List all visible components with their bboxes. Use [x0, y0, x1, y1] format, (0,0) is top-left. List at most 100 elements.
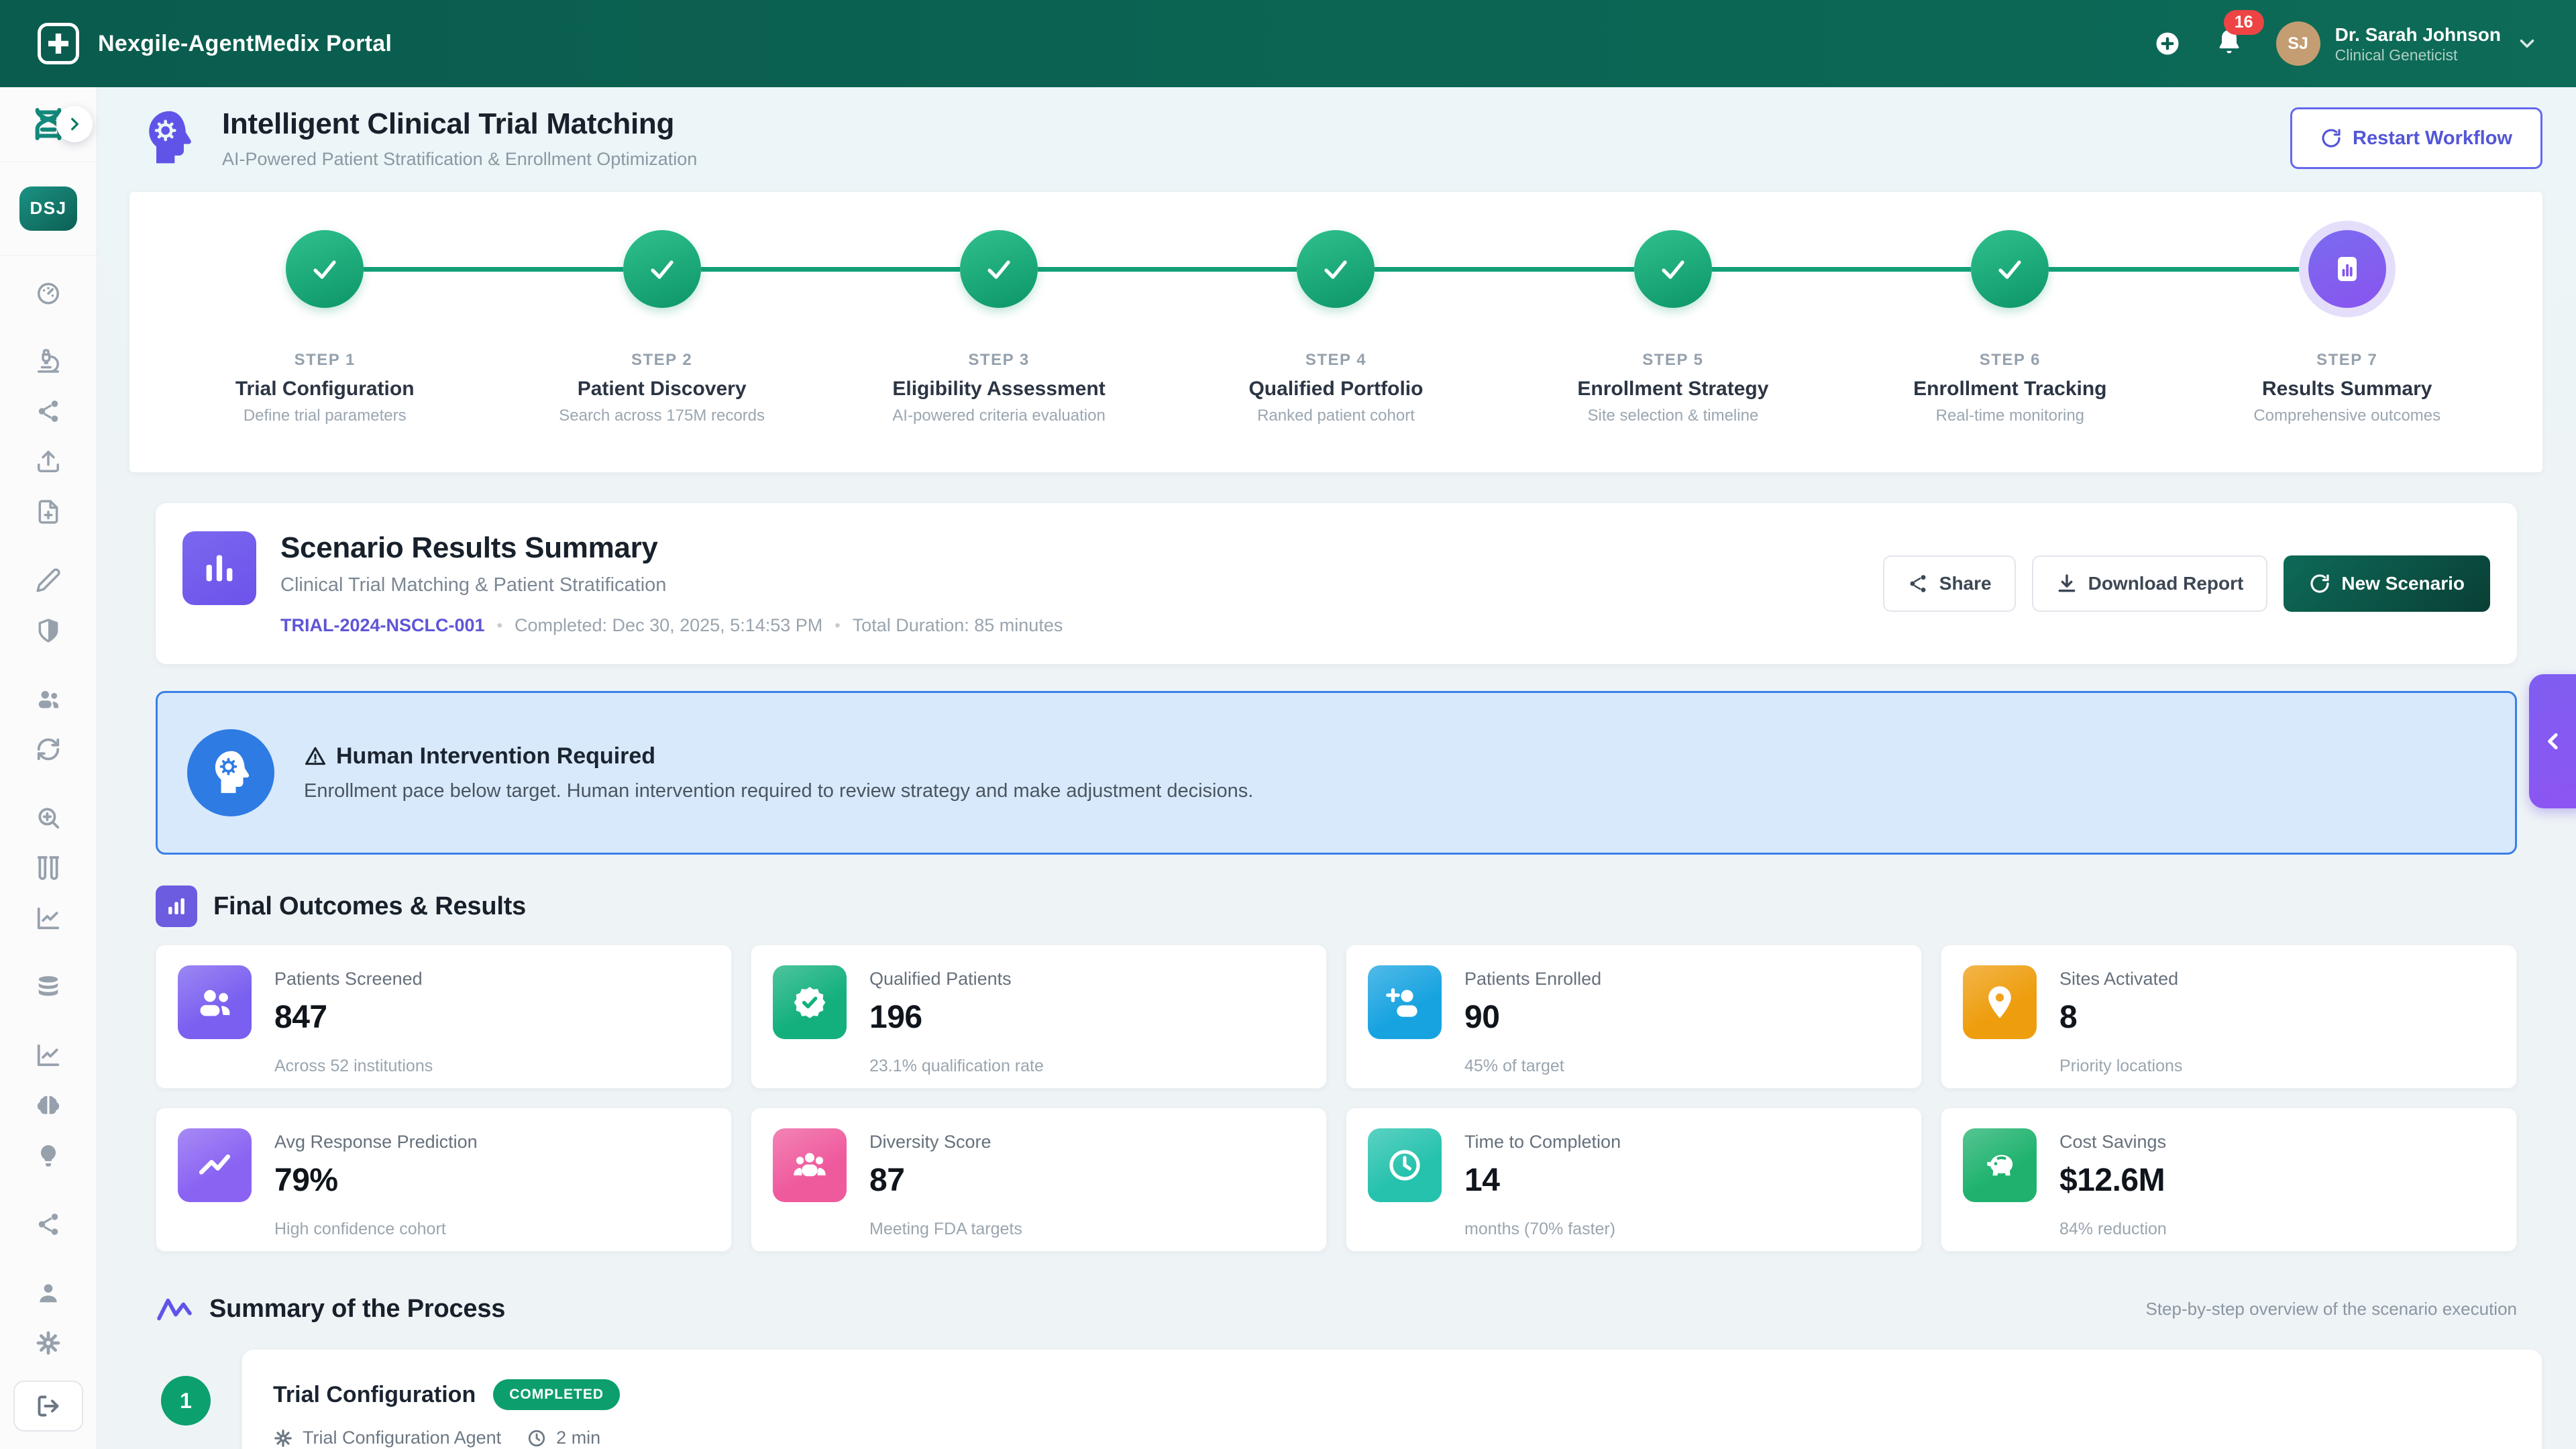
brain-icon[interactable]	[36, 1093, 61, 1118]
database-icon[interactable]	[36, 974, 61, 1000]
bar-chart-icon	[156, 885, 197, 927]
share-network-icon-2[interactable]	[36, 1212, 61, 1237]
alert-title: Human Intervention Required	[336, 743, 655, 769]
share-network-icon[interactable]	[36, 398, 61, 424]
page-subtitle: AI-Powered Patient Stratification & Enro…	[222, 149, 697, 170]
outcomes-section-title: Final Outcomes & Results	[213, 892, 526, 921]
map-pin-icon	[1963, 965, 2037, 1039]
scenario-summary-card: Scenario Results Summary Clinical Trial …	[156, 503, 2517, 664]
workspace-badge[interactable]: DSJ	[19, 186, 77, 231]
avatar: SJ	[2276, 21, 2320, 66]
process-step-number: 1	[161, 1376, 211, 1426]
user-role: Clinical Geneticist	[2335, 46, 2501, 64]
check-icon	[1320, 253, 1352, 285]
metric-card-qualified-patients: Qualified Patients 196 23.1% qualificati…	[751, 945, 1327, 1089]
alert-message: Enrollment pace below target. Human inte…	[304, 780, 1253, 802]
pen-icon[interactable]	[36, 568, 61, 593]
share-button[interactable]: Share	[1883, 555, 2016, 612]
sidebar: DSJ	[0, 87, 97, 1449]
line-chart-icon[interactable]	[36, 906, 61, 931]
share-icon	[1907, 573, 1929, 594]
summary-subtitle: Clinical Trial Matching & Patient Strati…	[280, 574, 1063, 596]
clock-icon	[1368, 1128, 1442, 1202]
workflow-step-5[interactable]: STEP 5 Enrollment Strategy Site selectio…	[1505, 230, 1841, 425]
workflow-step-1[interactable]: STEP 1 Trial Configuration Define trial …	[156, 230, 493, 425]
restart-icon	[2309, 573, 2330, 594]
settings-gear-icon[interactable]	[36, 1330, 61, 1356]
agent-name: Trial Configuration Agent	[303, 1428, 501, 1448]
piggy-bank-icon	[1963, 1128, 2037, 1202]
microscope-icon[interactable]	[36, 348, 61, 374]
user-plus-icon	[1368, 965, 1442, 1039]
users-icon[interactable]	[36, 686, 61, 712]
metric-card-sites-activated: Sites Activated 8 Priority locations	[1941, 945, 2517, 1089]
bar-chart-icon	[2331, 253, 2363, 285]
dot-separator: •	[497, 616, 502, 635]
logout-icon	[36, 1394, 60, 1418]
add-circle-icon[interactable]	[2153, 29, 2182, 58]
medical-cross-logo	[38, 23, 79, 64]
refresh-icon[interactable]	[36, 737, 61, 762]
head-gear-icon	[138, 105, 199, 172]
user-menu[interactable]: SJ Dr. Sarah Johnson Clinical Geneticist	[2276, 21, 2538, 66]
restart-workflow-button[interactable]: Restart Workflow	[2290, 107, 2542, 169]
metric-card-patients-enrolled: Patients Enrolled 90 45% of target	[1346, 945, 1922, 1089]
chevron-left-icon	[2541, 729, 2567, 754]
metric-card-cost-savings: Cost Savings $12.6M 84% reduction	[1941, 1108, 2517, 1252]
notification-badge: 16	[2224, 10, 2264, 35]
download-report-button[interactable]: Download Report	[2032, 555, 2268, 612]
file-plus-icon[interactable]	[36, 499, 61, 525]
chevron-down-icon	[2516, 32, 2538, 55]
lightbulb-icon[interactable]	[36, 1143, 61, 1169]
badge-check-icon	[773, 965, 847, 1039]
restart-icon	[2320, 127, 2342, 149]
process-section-subtitle: Step-by-step overview of the scenario ex…	[2145, 1299, 2517, 1320]
process-step-row: 1 Trial Configuration COMPLETED Trial Co…	[161, 1349, 2542, 1449]
workflow-step-6[interactable]: STEP 6 Enrollment Tracking Real-time mon…	[1841, 230, 2178, 425]
metric-card-patients-screened: Patients Screened 847 Across 52 institut…	[156, 945, 732, 1089]
step-duration: 2 min	[556, 1428, 600, 1448]
workflow-step-4[interactable]: STEP 4 Qualified Portfolio Ranked patien…	[1167, 230, 1504, 425]
warning-triangle-icon	[304, 745, 327, 768]
line-chart-icon-2[interactable]	[36, 1042, 61, 1068]
clock-icon	[527, 1428, 547, 1448]
dashboard-gauge-icon[interactable]	[36, 280, 61, 305]
human-intervention-alert: Human Intervention Required Enrollment p…	[156, 691, 2517, 855]
download-icon	[2056, 573, 2078, 594]
trial-id-link[interactable]: TRIAL-2024-NSCLC-001	[280, 615, 485, 636]
users-icon	[178, 965, 252, 1039]
workflow-step-7[interactable]: STEP 7 Results Summary Comprehensive out…	[2179, 230, 2516, 425]
sidebar-expand-button[interactable]	[56, 106, 93, 142]
search-zoom-icon[interactable]	[36, 805, 61, 830]
user-icon[interactable]	[36, 1280, 61, 1305]
main-content: Intelligent Clinical Trial Matching AI-P…	[97, 87, 2576, 1449]
metric-card-diversity-score: Diversity Score 87 Meeting FDA targets	[751, 1108, 1327, 1252]
top-bar: Nexgile-AgentMedix Portal 16 SJ Dr. Sara…	[0, 0, 2576, 87]
chevron-right-icon	[66, 115, 83, 133]
shield-icon[interactable]	[36, 618, 61, 643]
check-icon	[983, 253, 1015, 285]
check-icon	[1994, 253, 2026, 285]
page-title: Intelligent Clinical Trial Matching	[222, 107, 697, 141]
trending-up-icon	[178, 1128, 252, 1202]
process-step-card[interactable]: Trial Configuration COMPLETED Trial Conf…	[241, 1349, 2542, 1449]
upload-icon[interactable]	[36, 449, 61, 474]
check-icon	[309, 253, 341, 285]
outcomes-grid: Patients Screened 847 Across 52 institut…	[156, 945, 2517, 1252]
logout-button[interactable]	[13, 1381, 83, 1432]
side-panel-toggle[interactable]	[2529, 674, 2576, 808]
check-icon	[1657, 253, 1689, 285]
workflow-step-3[interactable]: STEP 3 Eligibility Assessment AI-powered…	[830, 230, 1167, 425]
gear-icon	[273, 1428, 293, 1448]
dot-separator: •	[835, 616, 840, 635]
process-step-title: Trial Configuration	[273, 1382, 476, 1408]
app-title: Nexgile-AgentMedix Portal	[98, 31, 392, 57]
workflow-stepper: STEP 1 Trial Configuration Define trial …	[129, 192, 2542, 472]
users-group-icon	[773, 1128, 847, 1202]
total-duration: Total Duration: 85 minutes	[853, 615, 1063, 636]
test-tubes-icon[interactable]	[36, 855, 61, 881]
process-section-title: Summary of the Process	[209, 1295, 505, 1324]
new-scenario-button[interactable]: New Scenario	[2284, 555, 2490, 612]
check-icon	[646, 253, 678, 285]
workflow-step-2[interactable]: STEP 2 Patient Discovery Search across 1…	[493, 230, 830, 425]
